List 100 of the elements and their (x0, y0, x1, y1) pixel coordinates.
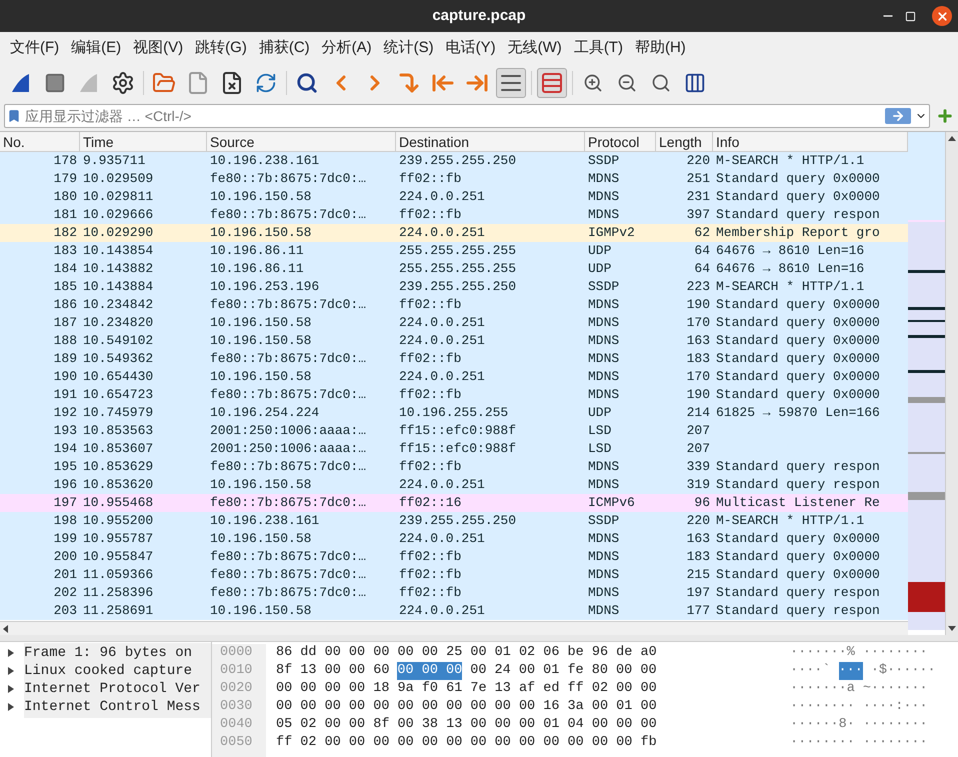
packet-row[interactable]: 194 10.853607 2001:250:1006:aaaa:… ff15::efc0:988f LSD 207 (0, 440, 908, 458)
ascii-bytes[interactable]: ·······% (790, 644, 855, 662)
expand-arrow-icon[interactable] (8, 685, 14, 693)
expand-arrow-icon[interactable] (8, 667, 14, 675)
expand-arrow-icon[interactable] (8, 649, 14, 657)
menu-item[interactable]: 视图(V) (127, 37, 190, 60)
packet-row[interactable]: 199 10.955787 10.196.150.58 224.0.0.251 MDNS 163 Standard query 0x0000 (0, 530, 908, 548)
menu-item[interactable]: 跳转(G) (189, 37, 253, 60)
hex-bytes[interactable]: 7e 13 af ed ff 02 00 00 (470, 680, 657, 698)
display-filter-field[interactable]: 应用显示过滤器 … <Ctrl-/> (4, 104, 930, 128)
packet-row[interactable]: 182 10.029290 10.196.150.58 224.0.0.251 IGMPv2 62 Membership Report gro (0, 224, 908, 242)
column-header[interactable]: Time (80, 132, 207, 151)
packet-row[interactable]: 180 10.029811 10.196.150.58 224.0.0.251 MDNS 231 Standard query 0x0000 (0, 188, 908, 206)
ascii-bytes[interactable]: ········ (862, 734, 928, 752)
table-cell-text: 10.654723 (82, 386, 154, 404)
ascii-bytes[interactable]: ····` (790, 662, 831, 680)
menu-item[interactable]: 无线(W) (502, 37, 568, 60)
menu-item[interactable]: 帮助(H) (628, 37, 692, 60)
hex-bytes[interactable]: ff 02 00 00 00 00 00 00 (276, 734, 462, 752)
ascii-bytes[interactable]: ······8· (790, 716, 855, 734)
menu-item[interactable]: 编辑(E) (65, 37, 128, 60)
hex-bytes[interactable]: 00 00 00 (397, 662, 462, 680)
packet-row[interactable]: 186 10.234842 fe80::7b:8675:7dc0:… ff02::fb MDNS 190 Standard query 0x0000 (0, 296, 908, 314)
menu-item[interactable]: 电话(Y) (440, 37, 502, 60)
hex-bytes[interactable]: 05 02 00 00 8f 00 38 13 (276, 716, 462, 734)
table-cell-text: 2001:250:1006:aaaa:… (209, 422, 368, 440)
menu-item[interactable]: 统计(S) (378, 37, 440, 60)
packet-row[interactable]: 189 10.549362 fe80::7b:8675:7dc0:… ff02::fb MDNS 183 Standard query 0x0000 (0, 350, 908, 368)
packet-row[interactable]: 193 10.853563 2001:250:1006:aaaa:… ff15::efc0:988f LSD 207 (0, 422, 908, 440)
column-header[interactable]: Destination (396, 132, 585, 151)
table-cell-text: 10.196.255.255 (398, 404, 510, 422)
packet-row[interactable]: 179 10.029509 fe80::7b:8675:7dc0:… ff02::fb MDNS 251 Standard query 0x0000 (0, 170, 908, 188)
column-header[interactable]: Protocol (585, 132, 656, 151)
hex-bytes[interactable]: 00 00 00 16 3a 00 01 00 (470, 698, 657, 716)
packet-row[interactable]: 200 10.955847 fe80::7b:8675:7dc0:… ff02::fb MDNS 183 Standard query 0x0000 (0, 548, 908, 566)
hex-bytes[interactable]: 8f 13 00 00 60 (276, 662, 390, 680)
packet-row[interactable]: 181 10.029666 fe80::7b:8675:7dc0:… ff02::fb MDNS 397 Standard query respon (0, 206, 908, 224)
horizontal-scrollbar[interactable] (0, 621, 908, 635)
vertical-scrollbar[interactable] (945, 132, 958, 635)
packet-row[interactable]: 188 10.549102 10.196.150.58 224.0.0.251 MDNS 163 Standard query 0x0000 (0, 332, 908, 350)
packet-row[interactable]: 198 10.955200 10.196.238.161 239.255.255.250 SSDP 220 M-SEARCH * HTTP/1.1 (0, 512, 908, 530)
packet-row[interactable]: 192 10.745979 10.196.254.224 10.196.255.255 UDP 214 61825 → 59870 Len=166 (0, 404, 908, 422)
hex-bytes[interactable]: 00 01 02 06 be 96 de a0 (470, 644, 657, 662)
packet-row[interactable]: 184 10.143882 10.196.86.11 255.255.255.255 UDP 64 64676 → 8610 Len=16 (0, 260, 908, 278)
autoscroll-icon[interactable] (496, 68, 526, 98)
tree-item[interactable]: Internet Control Mess (24, 696, 211, 718)
table-cell-text: 2001:250:1006:aaaa:… (209, 440, 368, 458)
packet-row[interactable]: 196 10.853620 10.196.150.58 224.0.0.251 MDNS 319 Standard query respon (0, 476, 908, 494)
hex-bytes[interactable]: 00 00 00 01 04 00 00 00 (470, 716, 657, 734)
column-header[interactable]: No. (0, 132, 80, 151)
ascii-bytes[interactable]: ·······a (790, 680, 855, 698)
table-cell-text: 224.0.0.251 (398, 332, 486, 350)
table-cell-text: ff02::fb (398, 350, 462, 368)
hex-bytes[interactable]: 00 00 00 00 00 00 00 00 (276, 698, 462, 716)
hex-bytes[interactable]: 00 24 00 01 fe 80 00 00 (470, 662, 657, 680)
packet-row[interactable]: 187 10.234820 10.196.150.58 224.0.0.251 MDNS 170 Standard query 0x0000 (0, 314, 908, 332)
ascii-bytes[interactable]: ········ (862, 716, 928, 734)
hex-bytes[interactable]: 00 00 00 00 18 9a f0 61 (276, 680, 462, 698)
table-cell-text: fe80::7b:8675:7dc0:… (209, 584, 368, 602)
tree-item[interactable]: Frame 1: 96 bytes on (24, 642, 211, 664)
bookmark-icon[interactable] (7, 109, 21, 123)
menu-item[interactable]: 工具(T) (568, 37, 629, 60)
offset-label: 0000 (220, 644, 254, 662)
packet-row[interactable]: 202 11.258396 fe80::7b:8675:7dc0:… ff02::fb MDNS 197 Standard query respon (0, 584, 908, 602)
table-cell-text: SSDP (587, 278, 620, 296)
expand-arrow-icon[interactable] (8, 703, 14, 711)
packet-row[interactable]: 201 11.059366 fe80::7b:8675:7dc0:… ff02::fb MDNS 215 Standard query 0x0000 (0, 566, 908, 584)
packet-row[interactable]: 195 10.853629 fe80::7b:8675:7dc0:… ff02::fb MDNS 339 Standard query respon (0, 458, 908, 476)
table-cell-text: 10.654430 (82, 368, 154, 386)
table-cell-text: 181 (52, 206, 78, 224)
hex-bytes[interactable]: 86 dd 00 00 00 00 00 25 (276, 644, 462, 662)
packet-row[interactable]: 178 9.935711 10.196.238.161 239.255.255.250 SSDP 220 M-SEARCH * HTTP/1.1 (0, 152, 908, 170)
maximize-icon[interactable] (905, 10, 916, 22)
add-filter-icon[interactable] (936, 107, 954, 125)
packet-row[interactable]: 197 10.955468 fe80::7b:8675:7dc0:… ff02::16 ICMPv6 96 Multicast Listener Re (0, 494, 908, 512)
column-header[interactable]: Length (656, 132, 713, 151)
packet-row[interactable]: 183 10.143854 10.196.86.11 255.255.255.255 UDP 64 64676 → 8610 Len=16 (0, 242, 908, 260)
table-cell-text: 64676 → 8610 Len=16 (715, 242, 866, 260)
filter-input[interactable]: 应用显示过滤器 … <Ctrl-/> (21, 106, 885, 126)
ascii-bytes[interactable]: ········ (790, 734, 855, 752)
ascii-bytes[interactable]: ········ (790, 698, 855, 716)
scroll-down-icon[interactable] (948, 626, 956, 631)
ascii-bytes[interactable]: ·$······ (870, 662, 936, 680)
hex-bytes[interactable]: 00 00 00 00 00 00 00 fb (470, 734, 657, 752)
packet-row[interactable]: 185 10.143884 10.196.253.196 239.255.255.250 SSDP 223 M-SEARCH * HTTP/1.1 (0, 278, 908, 296)
ascii-bytes[interactable]: ········ (862, 644, 928, 662)
scroll-left-icon[interactable] (3, 624, 8, 632)
packet-row[interactable]: 203 11.258691 10.196.150.58 224.0.0.251 MDNS 177 Standard query respon (0, 602, 908, 620)
ascii-bytes[interactable]: ··· (838, 662, 863, 680)
packet-row[interactable]: 191 10.654723 fe80::7b:8675:7dc0:… ff02::fb MDNS 190 Standard query 0x0000 (0, 386, 908, 404)
menu-item[interactable]: 文件(F) (4, 37, 66, 60)
column-header[interactable]: Source (207, 132, 396, 151)
ascii-bytes[interactable]: ~······· (862, 680, 928, 698)
menu-item[interactable]: 分析(A) (316, 37, 378, 60)
colored-lines-icon[interactable] (537, 68, 567, 98)
close-button[interactable] (932, 6, 952, 26)
ascii-bytes[interactable]: ····:··· (862, 698, 928, 716)
packet-row[interactable]: 190 10.654430 10.196.150.58 224.0.0.251 MDNS 170 Standard query 0x0000 (0, 368, 908, 386)
menu-item[interactable]: 捕获(C) (252, 37, 316, 60)
scroll-up-icon[interactable] (948, 136, 956, 141)
